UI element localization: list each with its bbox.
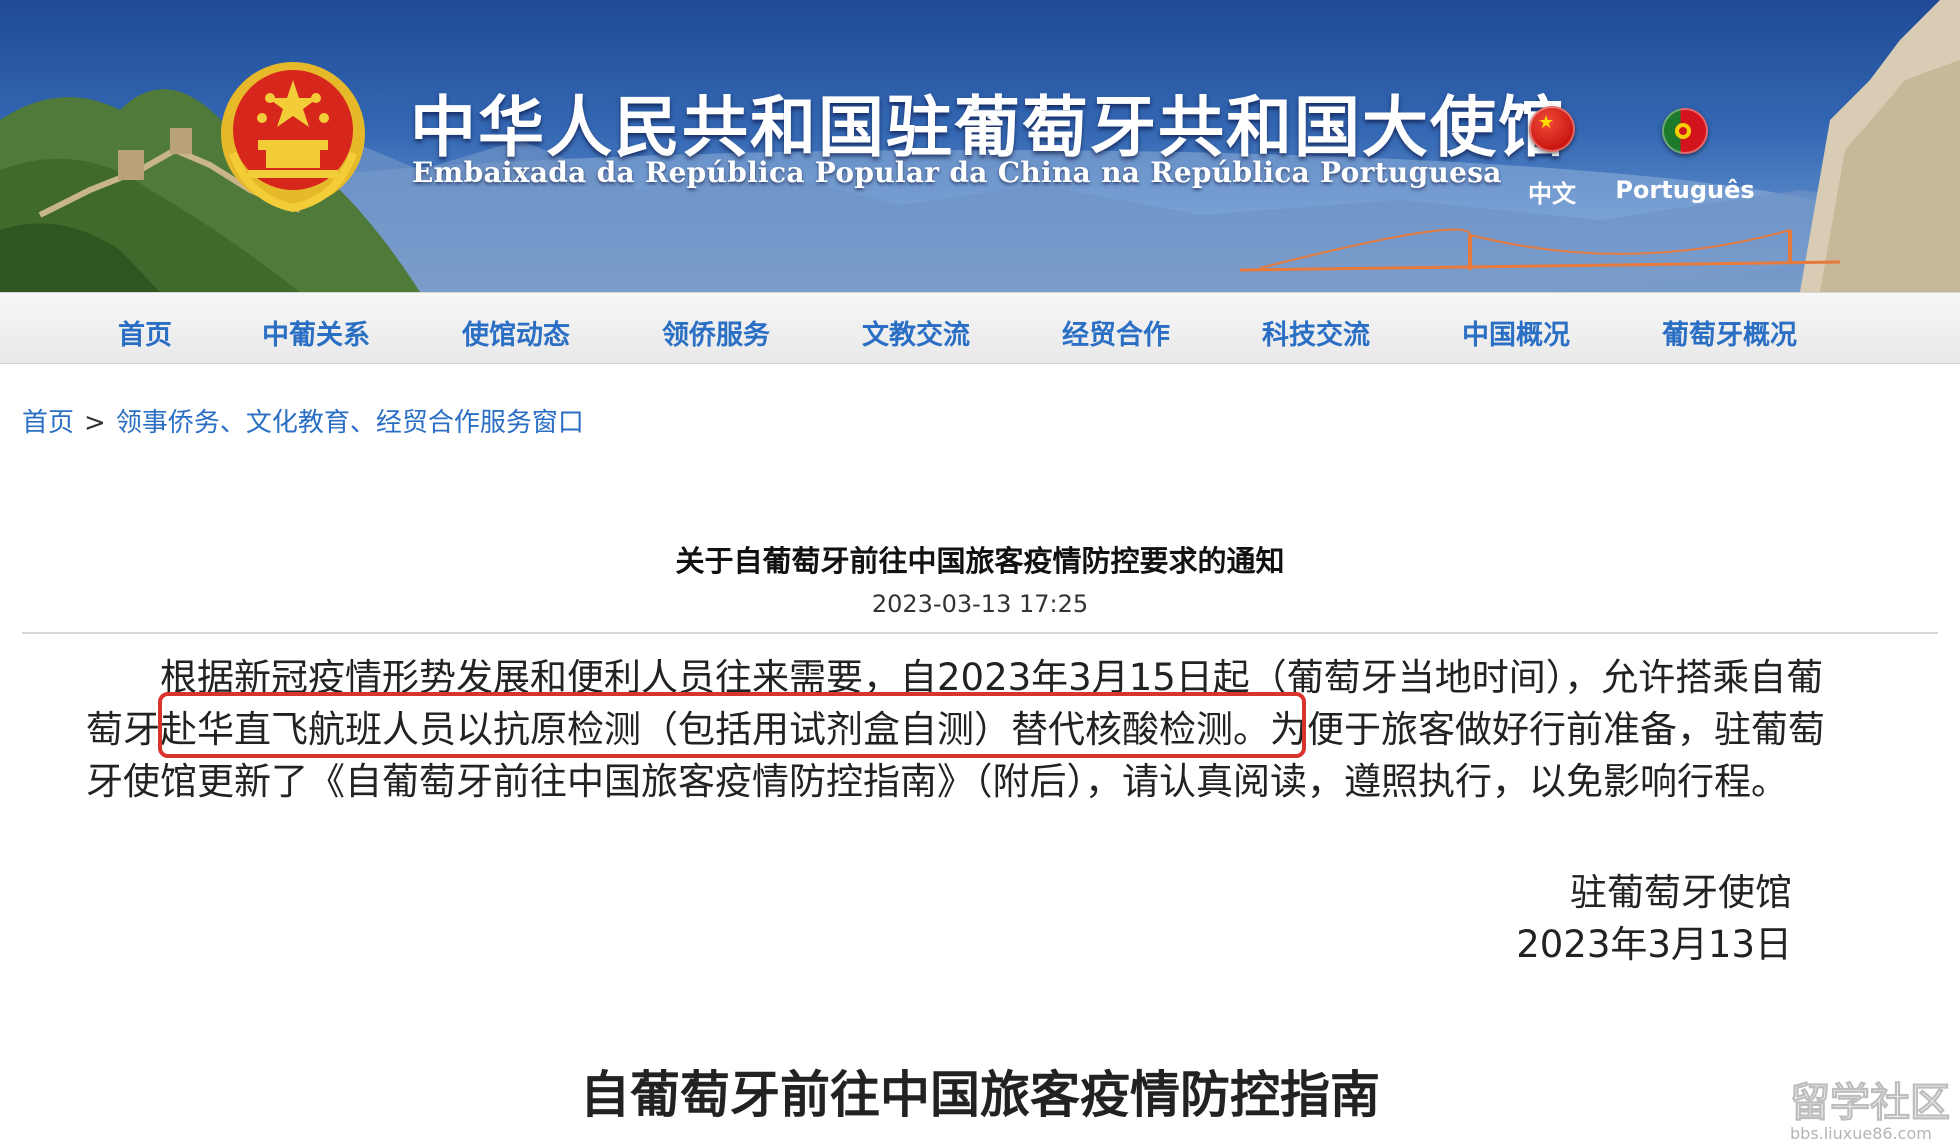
highlight-annotation-box xyxy=(158,692,1306,758)
header-banner: 中华人民共和国驻葡萄牙共和国大使馆 Embaixada da República… xyxy=(0,0,1960,292)
language-portuguese-link[interactable]: Português xyxy=(1610,108,1760,204)
nav-item-portugal-overview[interactable]: 葡萄牙概况 xyxy=(1662,313,1797,352)
nav-item-embassy-news[interactable]: 使馆动态 xyxy=(462,313,570,352)
national-emblem-icon xyxy=(221,62,365,213)
language-chinese-link[interactable]: 中文 xyxy=(1522,106,1582,209)
language-portuguese-label: Português xyxy=(1615,176,1755,204)
article-title: 关于自葡萄牙前往中国旅客疫情防控要求的通知 xyxy=(675,544,1285,578)
article-paragraph-line: 牙使馆更新了《自葡萄牙前往中国旅客疫情防控指南》（附后），请认真阅读，遵照执行，… xyxy=(86,760,1788,803)
nav-item-consular[interactable]: 领侨服务 xyxy=(662,313,770,352)
guide-heading: 自葡萄牙前往中国旅客疫情防控指南 xyxy=(580,1066,1380,1124)
site-watermark: 留学社区 bbs.liuxue86.com xyxy=(1790,1070,1960,1144)
embassy-title-portuguese: Embaixada da República Popular da China … xyxy=(412,156,1502,189)
language-chinese-label: 中文 xyxy=(1528,180,1576,208)
article-date: 2023-03-13 17:25 xyxy=(871,590,1089,618)
breadcrumb-separator: > xyxy=(84,408,106,438)
watermark-main-text: 留学社区 xyxy=(1790,1080,1951,1127)
nav-item-culture[interactable]: 文教交流 xyxy=(862,313,970,352)
nav-item-relations[interactable]: 中葡关系 xyxy=(262,313,370,352)
breadcrumb-section-link[interactable]: 领事侨务、文化教育、经贸合作服务窗口 xyxy=(116,408,584,438)
portugal-flag-icon xyxy=(1662,108,1708,154)
title-divider xyxy=(22,632,1938,634)
nav-item-china-overview[interactable]: 中国概况 xyxy=(1462,313,1570,352)
china-flag-icon xyxy=(1529,106,1575,152)
signature-embassy: 驻葡萄牙使馆 xyxy=(1570,871,1792,914)
main-navigation: 首页 中葡关系 使馆动态 领侨服务 文教交流 经贸合作 科技交流 中国概况 葡萄… xyxy=(0,292,1960,364)
breadcrumb: 首页 > 领事侨务、文化教育、经贸合作服务窗口 xyxy=(22,402,584,439)
breadcrumb-home-link[interactable]: 首页 xyxy=(22,408,74,438)
nav-item-science[interactable]: 科技交流 xyxy=(1262,313,1370,352)
nav-item-trade[interactable]: 经贸合作 xyxy=(1062,313,1170,352)
nav-item-home[interactable]: 首页 xyxy=(118,313,172,352)
signature-date: 2023年3月13日 xyxy=(1516,923,1792,966)
